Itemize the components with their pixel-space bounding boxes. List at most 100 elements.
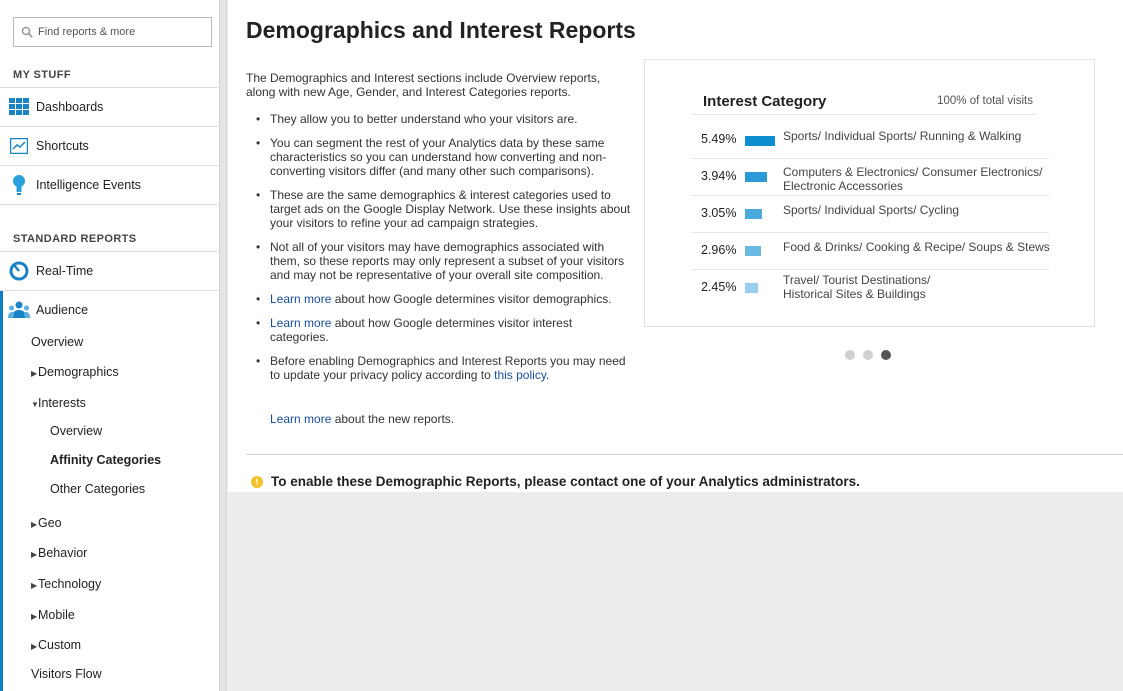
nav-realtime-label: Real-Time xyxy=(36,264,94,278)
realtime-icon xyxy=(8,260,30,282)
nav-mobile-label: Mobile xyxy=(38,608,75,622)
list-item: Learn more about how Google determines v… xyxy=(246,292,631,306)
page-title: Demographics and Interest Reports xyxy=(246,17,636,43)
learn-more-new-reports: Learn more about the new reports. xyxy=(270,412,454,426)
interest-label: Sports/ Individual Sports/ Running & Wal… xyxy=(783,129,1022,143)
interest-pct: 3.94% xyxy=(701,169,737,183)
list-item: Not all of your visitors may have demogr… xyxy=(246,240,631,282)
audience-active-indicator xyxy=(0,291,3,691)
nav-custom[interactable]: ▶Custom xyxy=(31,638,81,652)
admin-notice-text: To enable these Demographic Reports, ple… xyxy=(271,474,860,489)
nav-audience-label: Audience xyxy=(36,303,89,317)
interest-pct: 2.45% xyxy=(701,280,737,294)
list-item-text: . xyxy=(545,368,550,382)
nav-demographics[interactable]: ▶Demographics xyxy=(31,365,119,379)
nav-intelligence-label: Intelligence Events xyxy=(36,178,141,192)
nav-interests[interactable]: ▼Interests xyxy=(31,396,86,410)
list-item: They allow you to better understand who … xyxy=(246,112,631,126)
lightbulb-icon xyxy=(8,174,30,196)
carousel-dot[interactable] xyxy=(845,350,855,360)
sidebar-resize-handle[interactable] xyxy=(220,0,227,691)
caret-right-icon: ▶ xyxy=(31,369,38,378)
interest-label: Computers & Electronics/ Consumer Electr… xyxy=(783,165,1043,193)
admin-notice: ! To enable these Demographic Reports, p… xyxy=(251,474,860,489)
carousel-dot[interactable] xyxy=(863,350,873,360)
interest-pct: 5.49% xyxy=(701,132,737,146)
card-subtitle: 100% of total visits xyxy=(937,95,1033,107)
privacy-policy-link[interactable]: this policy xyxy=(494,368,546,382)
interest-label: Sports/ Individual Sports/ Cycling xyxy=(783,203,960,217)
main-content: Demographics and Interest Reports The De… xyxy=(228,0,1123,492)
nav-visitors-flow[interactable]: Visitors Flow xyxy=(31,667,102,681)
intro-text: The Demographics and Interest sections i… xyxy=(246,71,601,99)
caret-right-icon: ▶ xyxy=(31,642,38,651)
caret-right-icon: ▶ xyxy=(31,520,38,529)
nav-behavior-label: Behavior xyxy=(38,546,88,560)
interest-pct: 2.96% xyxy=(701,243,737,257)
interest-bar xyxy=(745,283,758,293)
shortcuts-icon xyxy=(8,135,30,157)
bullet-list: They allow you to better understand who … xyxy=(246,112,631,392)
nav-mobile[interactable]: ▶Mobile xyxy=(31,608,75,622)
nav-affinity-categories[interactable]: Affinity Categories xyxy=(50,453,161,467)
card-header: Interest Category 100% of total visits xyxy=(691,93,1037,115)
sidebar: MY STUFF Dashboards Shortcuts xyxy=(0,0,220,691)
learn-more-interests-link[interactable]: Learn more xyxy=(270,316,331,330)
interest-row: 5.49% Sports/ Individual Sports/ Running … xyxy=(691,122,1049,159)
nav-interests-overview[interactable]: Overview xyxy=(50,424,102,438)
interest-bar xyxy=(745,209,762,219)
my-stuff-heading: MY STUFF xyxy=(13,69,71,81)
card-title: Interest Category xyxy=(703,93,827,110)
list-item: Before enabling Demographics and Interes… xyxy=(246,354,631,382)
nav-behavior[interactable]: ▶Behavior xyxy=(31,546,87,560)
dashboards-icon xyxy=(8,96,30,118)
interest-row: 2.96% Food & Drinks/ Cooking & Recipe/ So… xyxy=(691,233,1050,270)
interest-label: Food & Drinks/ Cooking & Recipe/ Soups &… xyxy=(783,240,1050,254)
caret-down-icon: ▼ xyxy=(31,400,39,409)
nav-dashboards[interactable]: Dashboards xyxy=(0,87,220,126)
search-box[interactable] xyxy=(13,17,212,47)
list-item: Learn more about how Google determines v… xyxy=(246,316,631,344)
nav-shortcuts-label: Shortcuts xyxy=(36,139,89,153)
nav-shortcuts[interactable]: Shortcuts xyxy=(0,126,220,165)
interest-row: 3.94% Computers & Electronics/ Consumer E… xyxy=(691,159,1049,196)
interest-bar xyxy=(745,172,767,182)
interest-pct: 3.05% xyxy=(701,206,737,220)
caret-right-icon: ▶ xyxy=(31,581,38,590)
nav-demographics-label: Demographics xyxy=(38,365,119,379)
nav-geo[interactable]: ▶Geo xyxy=(31,516,62,530)
caret-right-icon: ▶ xyxy=(31,550,38,559)
interest-bar xyxy=(745,136,775,146)
nav-audience[interactable]: Audience xyxy=(0,290,220,329)
search-input[interactable] xyxy=(38,23,208,41)
nav-technology[interactable]: ▶Technology xyxy=(31,577,101,591)
learn-more-demographics-link[interactable]: Learn more xyxy=(270,292,331,306)
learn-more-new-reports-link[interactable]: Learn more xyxy=(270,412,331,426)
search-icon xyxy=(21,26,33,38)
nav-realtime[interactable]: Real-Time xyxy=(0,251,220,290)
nav-geo-label: Geo xyxy=(38,516,62,530)
section-divider xyxy=(246,454,1123,455)
interest-row: 3.05% Sports/ Individual Sports/ Cycling xyxy=(691,196,1049,233)
interest-label: Travel/ Tourist Destinations/ Historical… xyxy=(783,273,931,301)
caret-right-icon: ▶ xyxy=(31,612,38,621)
nav-interests-label: Interests xyxy=(38,396,86,410)
learn-more-new-reports-text: about the new reports. xyxy=(331,412,455,426)
list-item-text: Before enabling Demographics and Interes… xyxy=(270,354,626,382)
standard-reports-heading: STANDARD REPORTS xyxy=(13,233,137,245)
nav-audience-overview[interactable]: Overview xyxy=(31,335,83,349)
nav-custom-label: Custom xyxy=(38,638,82,652)
nav-intelligence-events[interactable]: Intelligence Events xyxy=(0,165,220,204)
list-item: These are the same demographics & intere… xyxy=(246,188,631,230)
list-item-text: about how Google determines visitor demo… xyxy=(331,292,612,306)
interest-bar xyxy=(745,246,761,256)
carousel-dot[interactable] xyxy=(881,350,891,360)
list-item: You can segment the rest of your Analyti… xyxy=(246,136,631,178)
carousel-dots xyxy=(845,350,891,360)
interest-row: 2.45% Travel/ Tourist Destinations/ Histo… xyxy=(691,270,1049,312)
nav-other-categories[interactable]: Other Categories xyxy=(50,482,145,496)
interest-category-card: Interest Category 100% of total visits 5… xyxy=(644,59,1095,327)
warning-icon: ! xyxy=(251,475,263,488)
divider xyxy=(0,204,220,205)
nav-technology-label: Technology xyxy=(38,577,102,591)
